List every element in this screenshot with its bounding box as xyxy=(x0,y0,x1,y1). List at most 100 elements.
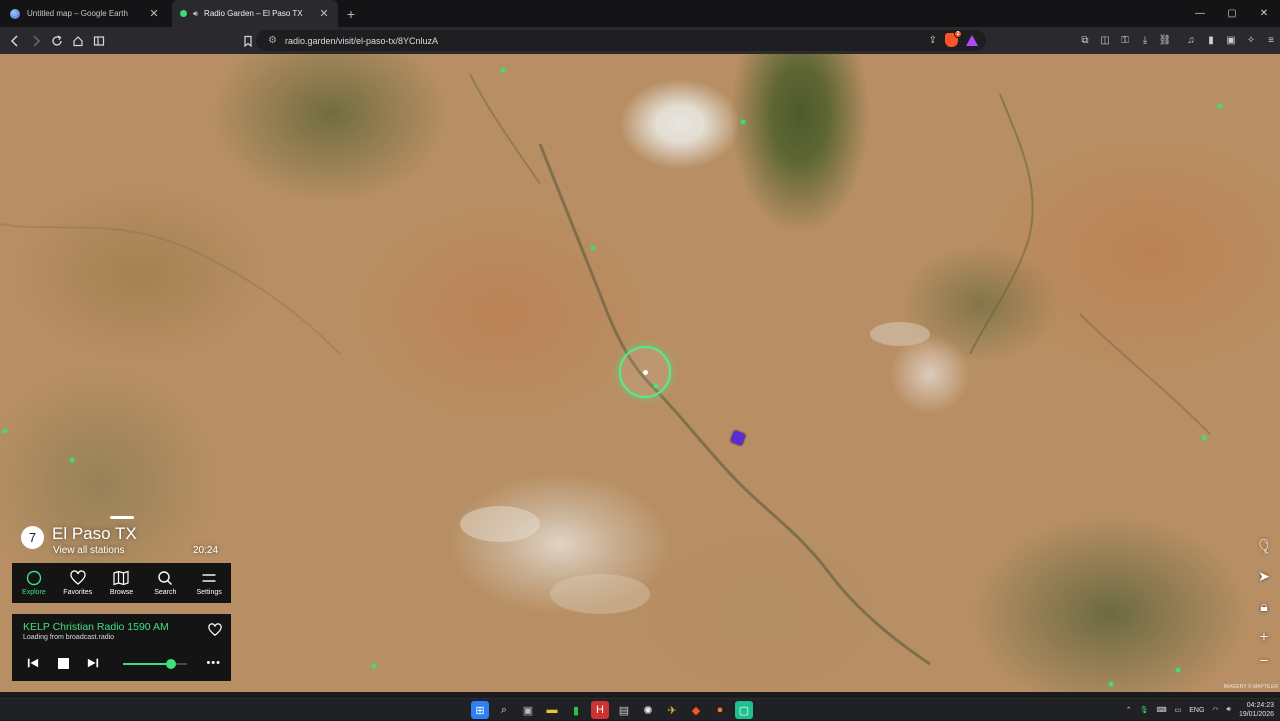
download-icon[interactable]: ⤓ xyxy=(1136,31,1154,49)
nav-settings[interactable]: Settings xyxy=(187,563,231,603)
nav-label: Favorites xyxy=(63,589,93,596)
volume-knob[interactable] xyxy=(166,659,176,669)
menu-icon xyxy=(202,574,216,582)
keyboard-icon[interactable]: ⌨ xyxy=(1157,706,1167,714)
screenshot-icon[interactable]: ◫ xyxy=(1096,31,1114,49)
brave-browser-icon[interactable]: ◆ xyxy=(687,701,705,719)
address-bar[interactable]: ⚙︎ radio.garden/visit/el-paso-tx/8YCnluz… xyxy=(256,30,986,51)
nav-search[interactable]: Search xyxy=(143,563,187,603)
nav-favorites[interactable]: Favorites xyxy=(56,563,100,603)
file-explorer-icon[interactable]: ▬ xyxy=(543,701,561,719)
home-icon[interactable] xyxy=(68,31,88,51)
back-icon[interactable] xyxy=(5,31,25,51)
maximize-icon[interactable]: ▢ xyxy=(1216,0,1248,27)
station-dot[interactable] xyxy=(372,664,376,668)
station-dot[interactable] xyxy=(591,246,595,250)
drag-handle[interactable] xyxy=(110,516,134,519)
volume-slider[interactable] xyxy=(123,659,187,669)
plane-app-icon[interactable]: ✈ xyxy=(663,701,681,719)
nav-label: Browse xyxy=(109,589,134,596)
tray-overflow-icon[interactable]: ⌃ xyxy=(1126,706,1132,714)
zoom-out-icon[interactable]: − xyxy=(1256,652,1272,668)
display-icon[interactable]: ▭ xyxy=(1175,706,1182,714)
volume-icon[interactable]: 🔊︎ xyxy=(1227,706,1231,714)
toolbox-icon[interactable]: ▤ xyxy=(615,701,633,719)
station-dot[interactable] xyxy=(741,120,745,124)
view-all-stations-link[interactable]: View all stations xyxy=(53,545,125,556)
close-tab-icon[interactable]: ✕ xyxy=(148,7,160,20)
mic-in-use-icon[interactable]: 🎙︎ xyxy=(1140,706,1149,714)
new-tab-button[interactable]: + xyxy=(340,0,362,27)
lock-icon[interactable]: 🔒︎ xyxy=(1256,598,1272,614)
language-indicator[interactable]: ENG xyxy=(1189,707,1204,714)
brave-rewards-icon[interactable] xyxy=(966,34,978,46)
extensions-puzzle-icon[interactable]: ⧉ xyxy=(1076,31,1094,49)
speaker-icon[interactable]: 🔊︎ xyxy=(193,9,198,19)
music-icon[interactable]: ♫ xyxy=(1182,31,1200,49)
selected-location-ring[interactable] xyxy=(619,346,671,398)
zoom-in-icon[interactable]: + xyxy=(1256,628,1272,644)
wallet-icon[interactable]: ▣ xyxy=(1222,31,1240,49)
share-icon[interactable]: ⇪ xyxy=(929,35,937,46)
clock[interactable]: 04:24:23 19/01/2026 xyxy=(1239,701,1274,719)
shield-count-badge: 2 xyxy=(954,30,962,38)
key-icon[interactable]: ⚿ xyxy=(1116,31,1134,49)
nav-explore[interactable]: Explore xyxy=(12,563,56,603)
microphone-app-icon[interactable]: ● xyxy=(711,701,729,719)
station-count-badge: 7 xyxy=(21,526,44,549)
google-earth-favicon-icon xyxy=(10,8,20,19)
chatgpt-icon[interactable]: ✺ xyxy=(639,701,657,719)
forward-icon[interactable] xyxy=(26,31,46,51)
station-dot[interactable] xyxy=(1176,668,1180,672)
station-dot[interactable] xyxy=(1218,104,1222,108)
now-playing-station[interactable]: KELP Christian Radio 1590 AM xyxy=(23,621,169,633)
local-time: 20:24 xyxy=(193,545,219,556)
link-icon[interactable]: ⛓ xyxy=(1156,31,1174,49)
h-app-icon[interactable]: H xyxy=(591,701,609,719)
station-dot[interactable] xyxy=(501,68,505,72)
spreadsheet-app-icon[interactable]: ▮ xyxy=(567,701,585,719)
station-dot[interactable] xyxy=(1202,436,1206,440)
taskbar-apps: ⊞ ⌕ ▣ ▬ ▮ H ▤ ✺ ✈ ◆ ● ▢ xyxy=(471,701,753,719)
bookmark-icon[interactable] xyxy=(238,31,258,51)
close-window-icon[interactable]: ✕ xyxy=(1248,0,1280,27)
brave-shields-icon[interactable]: 2 xyxy=(945,30,962,47)
heart-icon xyxy=(70,570,86,585)
windows-start-icon[interactable]: ⊞ xyxy=(471,701,489,719)
minimize-icon[interactable]: — xyxy=(1184,0,1216,27)
location-title[interactable]: El Paso TX xyxy=(52,524,137,544)
skip-back-icon xyxy=(27,658,39,668)
task-view-icon[interactable]: ▣ xyxy=(519,701,537,719)
stop-button[interactable] xyxy=(56,656,70,670)
browser-menu-icon[interactable]: ≡ xyxy=(1262,31,1280,49)
leo-ai-icon[interactable]: ✧ xyxy=(1242,31,1260,49)
tab-title: Radio Garden – El Paso TX xyxy=(204,9,303,18)
location-center-dot xyxy=(643,370,648,375)
more-options-icon[interactable]: ••• xyxy=(206,657,221,669)
station-dot[interactable] xyxy=(3,429,7,433)
system-tray: ⌃ 🎙︎ ⌨ ▭ ENG ◠ 🔊︎ 04:24:23 19/01/2026 xyxy=(1126,699,1274,721)
wifi-icon[interactable]: ◠ xyxy=(1212,706,1218,714)
extensions-area: ⧉ ◫ ⚿ ⤓ ⛓ ♫ ▮ ▣ ✧ ≡ xyxy=(1076,31,1280,49)
tab-radio-garden[interactable]: 🔊︎ Radio Garden – El Paso TX ✕ xyxy=(172,0,338,27)
balloon-icon[interactable]: 🎈︎ xyxy=(1255,538,1273,554)
station-dot[interactable] xyxy=(70,458,74,462)
next-station-button[interactable] xyxy=(86,656,100,670)
nav-label: Search xyxy=(154,589,177,596)
station-dot[interactable] xyxy=(1109,682,1113,686)
window-controls: — ▢ ✕ xyxy=(1184,0,1280,27)
green-app-icon[interactable]: ▢ xyxy=(735,701,753,719)
stop-icon xyxy=(57,657,69,669)
close-tab-icon[interactable]: ✕ xyxy=(318,7,330,20)
locate-me-icon[interactable]: ➤ xyxy=(1256,568,1272,584)
side-panel-icon[interactable]: ▮ xyxy=(1202,31,1220,49)
previous-station-button[interactable] xyxy=(26,656,40,670)
reload-icon[interactable] xyxy=(47,31,67,51)
site-info-icon[interactable]: ⚙︎ xyxy=(268,35,277,46)
tab-google-earth[interactable]: Untitled map – Google Earth ✕ xyxy=(2,0,168,27)
sidebar-toggle-icon[interactable] xyxy=(89,31,109,51)
search-icon[interactable]: ⌕ xyxy=(495,701,513,719)
skip-forward-icon xyxy=(87,658,99,668)
favorite-heart-icon[interactable] xyxy=(208,623,222,637)
nav-browse[interactable]: Browse xyxy=(100,563,144,603)
